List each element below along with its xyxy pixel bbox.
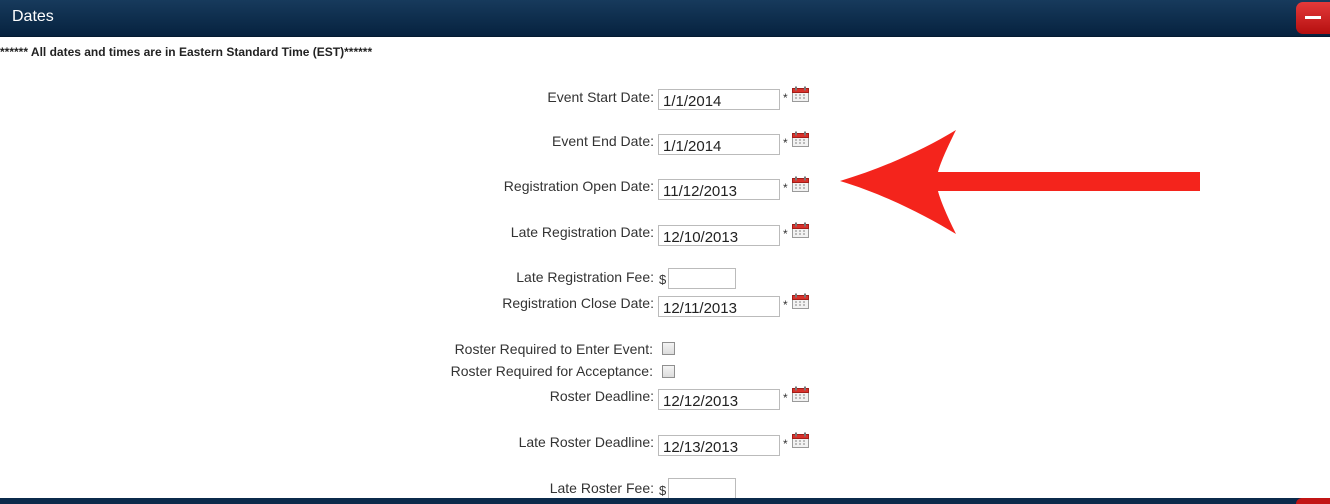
roster-required-accept-checkbox[interactable] <box>662 365 675 378</box>
calendar-icon[interactable] <box>792 86 809 102</box>
registration-open-date-input[interactable]: 11/12/2013 <box>658 179 780 200</box>
next-panel-header <box>0 498 1330 504</box>
registration-close-date-input[interactable]: 12/11/2013 <box>658 296 780 317</box>
currency-symbol: $ <box>659 272 667 287</box>
panel-header: Dates <box>0 0 1330 37</box>
required-marker: * <box>783 437 788 451</box>
registration-open-date-label: Registration Open Date: <box>503 178 654 194</box>
event-end-date-input[interactable]: 1/1/2014 <box>658 134 780 155</box>
calendar-icon[interactable] <box>792 293 809 309</box>
required-marker: * <box>783 298 788 312</box>
required-marker: * <box>783 227 788 241</box>
next-panel-collapse-button[interactable] <box>1296 498 1330 504</box>
late-roster-fee-label: Late Roster Fee: <box>549 480 654 496</box>
late-registration-date-input[interactable]: 12/10/2013 <box>658 225 780 246</box>
collapse-button[interactable] <box>1296 2 1330 34</box>
timezone-notice: ****** All dates and times are in Easter… <box>0 45 373 59</box>
late-registration-fee-input[interactable] <box>668 268 736 289</box>
event-start-date-label: Event Start Date: <box>547 89 654 105</box>
calendar-icon[interactable] <box>792 131 809 147</box>
currency-symbol: $ <box>659 483 667 498</box>
late-roster-fee-input[interactable] <box>668 478 736 499</box>
roster-deadline-input[interactable]: 12/12/2013 <box>658 389 780 410</box>
late-registration-date-label: Late Registration Date: <box>510 224 654 240</box>
calendar-icon[interactable] <box>792 222 809 238</box>
required-marker: * <box>783 136 788 150</box>
calendar-icon[interactable] <box>792 386 809 402</box>
required-marker: * <box>783 391 788 405</box>
calendar-icon[interactable] <box>792 432 809 448</box>
late-registration-fee-label: Late Registration Fee: <box>516 269 654 285</box>
event-start-date-input[interactable]: 1/1/2014 <box>658 89 780 110</box>
registration-close-date-label: Registration Close Date: <box>502 295 654 311</box>
calendar-icon[interactable] <box>792 176 809 192</box>
roster-required-enter-checkbox[interactable] <box>662 342 675 355</box>
late-roster-deadline-label: Late Roster Deadline: <box>518 434 654 450</box>
panel-title: Dates <box>12 8 54 25</box>
roster-required-accept-label: Roster Required for Acceptance: <box>450 363 653 379</box>
minus-icon <box>1305 16 1321 19</box>
roster-required-enter-label: Roster Required to Enter Event: <box>454 341 653 357</box>
arrow-icon <box>838 128 1203 241</box>
late-roster-deadline-input[interactable]: 12/13/2013 <box>658 435 780 456</box>
required-marker: * <box>783 91 788 105</box>
required-marker: * <box>783 181 788 195</box>
roster-deadline-label: Roster Deadline: <box>549 388 654 404</box>
event-end-date-label: Event End Date: <box>552 133 654 149</box>
